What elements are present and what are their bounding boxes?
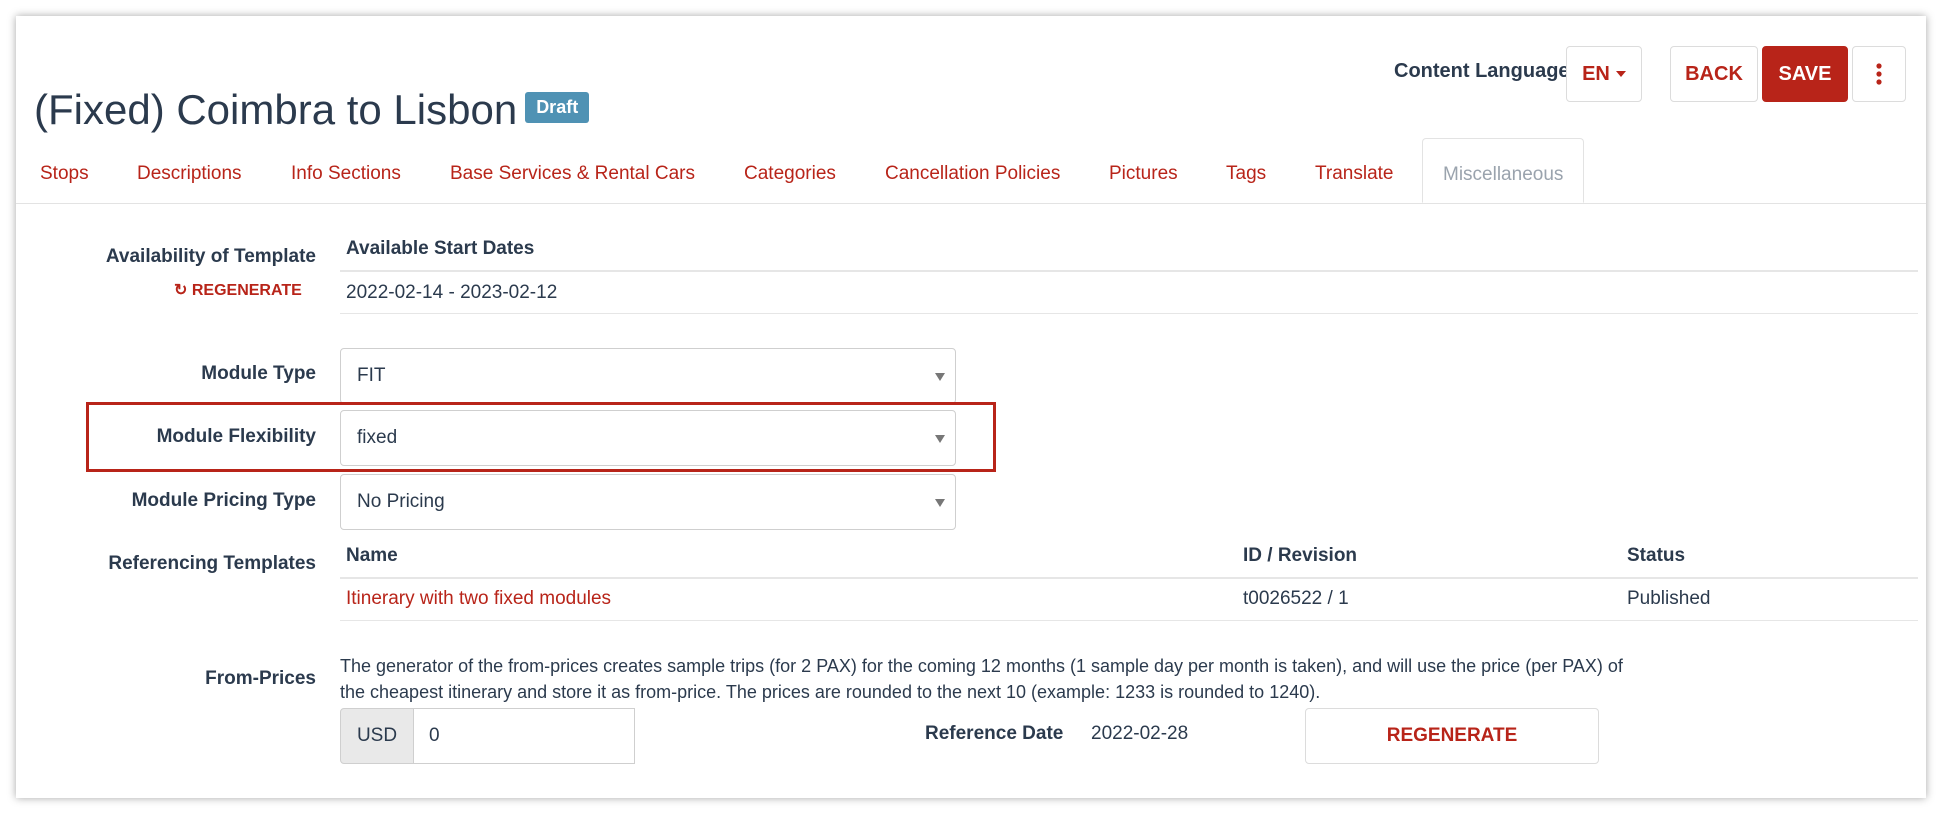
more-options-button[interactable] bbox=[1852, 46, 1906, 102]
module-pricing-type-value: No Pricing bbox=[357, 491, 445, 512]
module-flexibility-value: fixed bbox=[357, 427, 398, 448]
currency-addon: USD bbox=[340, 708, 414, 764]
page-title: (Fixed) Coimbra to Lisbon Draft bbox=[34, 86, 590, 134]
column-header-name: Name bbox=[346, 545, 398, 566]
module-pricing-type-label: Module Pricing Type bbox=[131, 490, 316, 511]
divider bbox=[340, 313, 1918, 314]
module-type-value: FIT bbox=[357, 365, 386, 386]
from-prices-description: The generator of the from-prices creates… bbox=[340, 656, 1623, 702]
tab-base-services[interactable]: Base Services & Rental Cars bbox=[450, 146, 695, 203]
dropdown-arrow-icon bbox=[935, 435, 945, 443]
module-pricing-type-select[interactable]: No Pricing bbox=[340, 474, 956, 530]
tab-stops[interactable]: Stops bbox=[40, 146, 89, 203]
template-id-revision: t0026522 / 1 bbox=[1243, 588, 1349, 609]
tab-cancellation-policies[interactable]: Cancellation Policies bbox=[885, 146, 1060, 203]
from-price-amount-input[interactable]: 0 bbox=[413, 708, 635, 764]
from-prices-regenerate-button[interactable]: REGENERATE bbox=[1305, 708, 1599, 764]
available-start-dates-header: Available Start Dates bbox=[346, 238, 535, 259]
status-badge: Draft bbox=[525, 92, 590, 124]
template-editor-card: (Fixed) Coimbra to Lisbon Draft Content L… bbox=[16, 16, 1926, 798]
template-name-link[interactable]: Itinerary with two fixed modules bbox=[346, 588, 611, 610]
refresh-icon: ↻ bbox=[174, 282, 188, 299]
dropdown-arrow-icon bbox=[935, 373, 945, 381]
module-flexibility-select[interactable]: fixed bbox=[340, 410, 956, 466]
divider bbox=[340, 620, 1918, 621]
tab-descriptions[interactable]: Descriptions bbox=[137, 146, 242, 203]
tab-translate[interactable]: Translate bbox=[1315, 146, 1394, 203]
available-start-dates-value: 2022-02-14 - 2023-02-12 bbox=[346, 282, 558, 303]
referencing-templates-label: Referencing Templates bbox=[108, 553, 316, 574]
from-prices-label: From-Prices bbox=[205, 668, 316, 689]
module-type-select[interactable]: FIT bbox=[340, 348, 956, 404]
module-type-label: Module Type bbox=[201, 363, 316, 384]
divider bbox=[340, 270, 1918, 272]
page-title-text: (Fixed) Coimbra to Lisbon bbox=[34, 86, 518, 133]
tab-pictures[interactable]: Pictures bbox=[1109, 146, 1178, 203]
tab-info-sections[interactable]: Info Sections bbox=[291, 146, 401, 203]
divider bbox=[340, 577, 1918, 579]
tab-bar: Stops Descriptions Info Sections Base Se… bbox=[16, 138, 1926, 204]
tab-tags[interactable]: Tags bbox=[1226, 146, 1266, 203]
tab-categories[interactable]: Categories bbox=[744, 146, 836, 203]
content-language-dropdown[interactable]: EN bbox=[1566, 46, 1642, 102]
dropdown-arrow-icon bbox=[935, 499, 945, 507]
content-language-value: EN bbox=[1582, 62, 1610, 85]
content-language-label: Content Language bbox=[1394, 60, 1570, 82]
save-button[interactable]: SAVE bbox=[1762, 46, 1848, 102]
availability-regenerate-label: REGENERATE bbox=[191, 282, 302, 299]
availability-regenerate-link[interactable]: ↻ REGENERATE bbox=[174, 280, 302, 300]
module-flexibility-label: Module Flexibility bbox=[156, 426, 316, 447]
template-status: Published bbox=[1627, 588, 1711, 609]
reference-date-label: Reference Date bbox=[925, 723, 1064, 744]
reference-date-value: 2022-02-28 bbox=[1091, 723, 1189, 744]
column-header-id-revision: ID / Revision bbox=[1243, 545, 1358, 566]
chevron-down-icon bbox=[1615, 71, 1626, 77]
tab-miscellaneous[interactable]: Miscellaneous bbox=[1422, 138, 1585, 203]
availability-label: Availability of Template bbox=[105, 246, 316, 267]
column-header-status: Status bbox=[1627, 545, 1686, 566]
back-button[interactable]: BACK bbox=[1670, 46, 1758, 102]
vertical-ellipsis-icon bbox=[1876, 63, 1882, 85]
